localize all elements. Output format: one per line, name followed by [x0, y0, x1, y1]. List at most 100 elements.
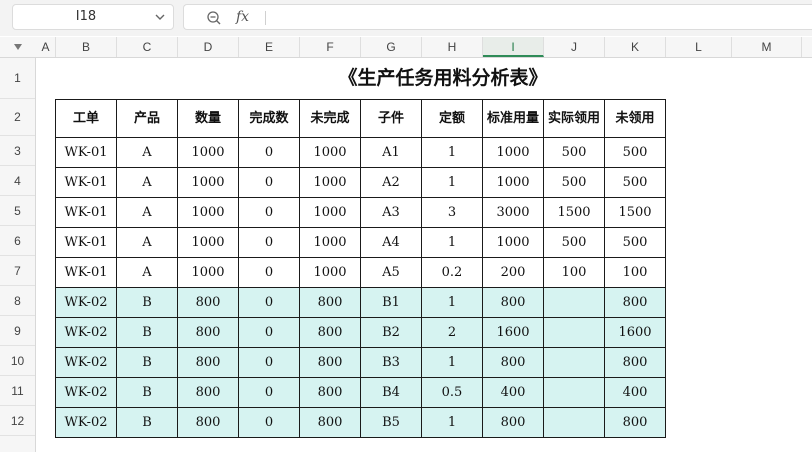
- row-header-3[interactable]: 3: [0, 136, 35, 166]
- table-cell[interactable]: 1500: [543, 197, 605, 228]
- table-cell[interactable]: 0: [238, 317, 300, 348]
- table-cell[interactable]: WK-01: [55, 167, 117, 198]
- table-cell[interactable]: 800: [177, 407, 239, 438]
- table-cell[interactable]: 0: [238, 197, 300, 228]
- table-cell[interactable]: 0: [238, 167, 300, 198]
- table-cell[interactable]: 0: [238, 227, 300, 258]
- column-header-f[interactable]: F: [300, 37, 361, 57]
- table-cell[interactable]: A: [116, 167, 178, 198]
- table-cell[interactable]: [543, 287, 605, 318]
- column-heading[interactable]: 子件: [360, 99, 422, 138]
- table-cell[interactable]: 800: [177, 377, 239, 408]
- table-cell[interactable]: 3: [421, 197, 483, 228]
- table-cell[interactable]: 500: [604, 227, 666, 258]
- row-header-6[interactable]: 6: [0, 226, 35, 256]
- table-cell[interactable]: A4: [360, 227, 422, 258]
- row-header-5[interactable]: 5: [0, 196, 35, 226]
- table-cell[interactable]: [543, 317, 605, 348]
- column-heading[interactable]: 工单: [55, 99, 117, 138]
- table-cell[interactable]: B1: [360, 287, 422, 318]
- table-cell[interactable]: B4: [360, 377, 422, 408]
- fx-icon[interactable]: fx: [236, 7, 249, 27]
- column-header-e[interactable]: E: [239, 37, 300, 57]
- name-box[interactable]: I18: [12, 4, 174, 30]
- table-cell[interactable]: 400: [604, 377, 666, 408]
- table-cell[interactable]: 1000: [177, 167, 239, 198]
- column-header-d[interactable]: D: [178, 37, 239, 57]
- table-cell[interactable]: B5: [360, 407, 422, 438]
- table-cell[interactable]: 500: [543, 137, 605, 168]
- table-cell[interactable]: 800: [177, 317, 239, 348]
- table-cell[interactable]: WK-02: [55, 377, 117, 408]
- column-heading[interactable]: 未领用: [604, 99, 666, 138]
- column-heading[interactable]: 未完成: [299, 99, 361, 138]
- column-heading[interactable]: 定额: [421, 99, 483, 138]
- column-heading[interactable]: 实际领用: [543, 99, 605, 138]
- table-cell[interactable]: WK-01: [55, 257, 117, 288]
- column-header-k[interactable]: K: [605, 37, 666, 57]
- table-cell[interactable]: 1: [421, 227, 483, 258]
- table-cell[interactable]: WK-02: [55, 287, 117, 318]
- table-cell[interactable]: 1600: [604, 317, 666, 348]
- table-cell[interactable]: 1000: [299, 167, 361, 198]
- column-heading[interactable]: 数量: [177, 99, 239, 138]
- table-cell[interactable]: A: [116, 137, 178, 168]
- table-cell[interactable]: 1000: [299, 257, 361, 288]
- table-cell[interactable]: 1000: [177, 197, 239, 228]
- sheet-title[interactable]: 《生产任务用料分析表》: [36, 58, 812, 99]
- table-cell[interactable]: [543, 347, 605, 378]
- column-heading[interactable]: 产品: [116, 99, 178, 138]
- row-header-10[interactable]: 10: [0, 346, 35, 376]
- table-cell[interactable]: B: [116, 377, 178, 408]
- table-cell[interactable]: 1: [421, 137, 483, 168]
- table-cell[interactable]: A: [116, 257, 178, 288]
- column-header-j[interactable]: J: [544, 37, 605, 57]
- chevron-down-icon[interactable]: [153, 10, 167, 24]
- row-header-7[interactable]: 7: [0, 256, 35, 286]
- table-cell[interactable]: [543, 377, 605, 408]
- table-cell[interactable]: 800: [299, 317, 361, 348]
- table-cell[interactable]: 500: [543, 167, 605, 198]
- table-cell[interactable]: 800: [604, 347, 666, 378]
- table-cell[interactable]: WK-02: [55, 317, 117, 348]
- table-cell[interactable]: 0.2: [421, 257, 483, 288]
- column-header-c[interactable]: C: [117, 37, 178, 57]
- table-cell[interactable]: B: [116, 287, 178, 318]
- table-cell[interactable]: 1000: [482, 137, 544, 168]
- table-cell[interactable]: WK-01: [55, 227, 117, 258]
- table-cell[interactable]: WK-01: [55, 137, 117, 168]
- table-cell[interactable]: 200: [482, 257, 544, 288]
- table-cell[interactable]: 0: [238, 377, 300, 408]
- row-header-4[interactable]: 4: [0, 166, 35, 196]
- table-cell[interactable]: 800: [177, 347, 239, 378]
- table-cell[interactable]: A1: [360, 137, 422, 168]
- table-cell[interactable]: 0.5: [421, 377, 483, 408]
- row-header-2[interactable]: 2: [0, 99, 35, 136]
- row-header-1[interactable]: 1: [0, 58, 35, 99]
- table-cell[interactable]: 1000: [299, 137, 361, 168]
- table-cell[interactable]: 500: [604, 137, 666, 168]
- table-cell[interactable]: 1: [421, 287, 483, 318]
- table-cell[interactable]: A: [116, 227, 178, 258]
- table-cell[interactable]: B3: [360, 347, 422, 378]
- row-header-11[interactable]: 11: [0, 376, 35, 406]
- table-cell[interactable]: WK-02: [55, 347, 117, 378]
- table-cell[interactable]: 800: [299, 287, 361, 318]
- table-cell[interactable]: 1000: [299, 197, 361, 228]
- table-cell[interactable]: A: [116, 197, 178, 228]
- table-cell[interactable]: 1000: [482, 167, 544, 198]
- table-cell[interactable]: B2: [360, 317, 422, 348]
- table-cell[interactable]: 1000: [177, 257, 239, 288]
- table-cell[interactable]: A5: [360, 257, 422, 288]
- worksheet[interactable]: 《生产任务用料分析表》 工单 产品 数量 完成数 未完成 子件 定额 标准用量 实际领用 未领用 W…: [36, 58, 812, 452]
- table-cell[interactable]: 800: [482, 347, 544, 378]
- table-cell[interactable]: 800: [604, 287, 666, 318]
- table-cell[interactable]: 800: [482, 287, 544, 318]
- column-header-b[interactable]: B: [56, 37, 117, 57]
- table-cell[interactable]: 0: [238, 137, 300, 168]
- table-cell[interactable]: 0: [238, 257, 300, 288]
- select-all-icon[interactable]: [14, 44, 22, 50]
- table-cell[interactable]: 800: [299, 347, 361, 378]
- table-cell[interactable]: B: [116, 407, 178, 438]
- table-cell[interactable]: 3000: [482, 197, 544, 228]
